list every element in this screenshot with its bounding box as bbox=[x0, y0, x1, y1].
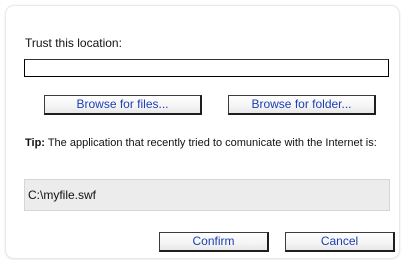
application-path: C:\myfile.swf bbox=[28, 188, 97, 202]
tip-text: Tip: The application that recently tried… bbox=[25, 135, 395, 151]
confirm-button[interactable]: Confirm bbox=[159, 232, 269, 252]
trust-location-label: Trust this location: bbox=[25, 36, 122, 50]
tip-prefix: Tip: bbox=[25, 137, 45, 149]
application-path-box: C:\myfile.swf bbox=[24, 179, 390, 211]
trust-location-dialog: Trust this location: Browse for files...… bbox=[6, 6, 399, 258]
trust-location-input[interactable] bbox=[24, 59, 389, 77]
cancel-button[interactable]: Cancel bbox=[285, 232, 395, 252]
browse-files-button[interactable]: Browse for files... bbox=[44, 95, 202, 115]
browse-folder-button[interactable]: Browse for folder... bbox=[228, 95, 376, 115]
tip-message: The application that recently tried to c… bbox=[44, 137, 377, 149]
